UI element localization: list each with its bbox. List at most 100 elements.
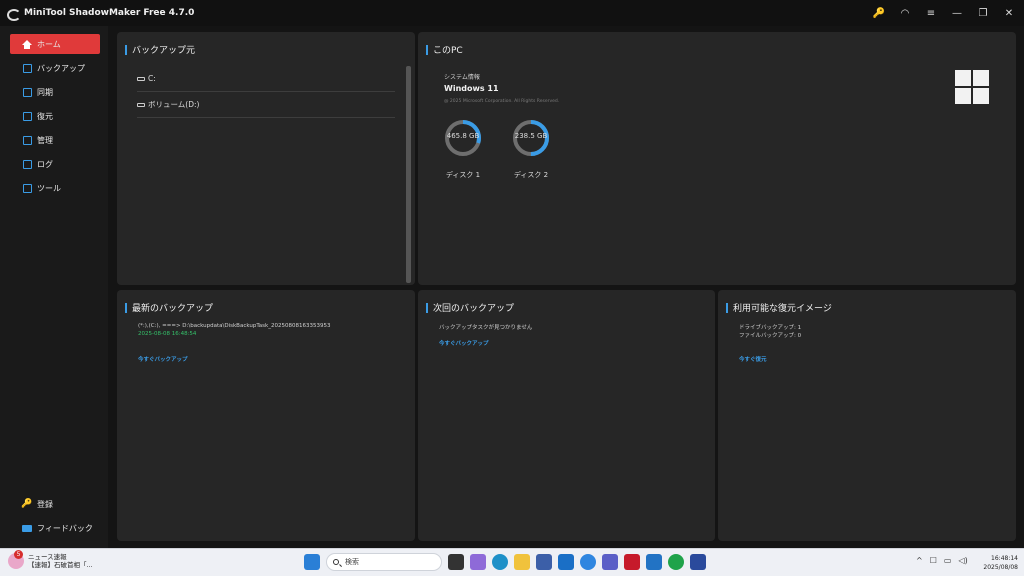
network-icon[interactable]: ▭ — [944, 556, 952, 565]
latest-backup-panel: 最新のバックアップ (*:),(C:), ===> D:\backupdata\… — [117, 290, 415, 541]
system-info-label: システム情報 — [444, 74, 480, 81]
shadowmaker-icon[interactable] — [646, 554, 662, 570]
panel-title: 利用可能な復元イメージ — [733, 304, 832, 314]
sidebar-item-backup[interactable]: バックアップ — [10, 58, 100, 78]
chevron-up-icon[interactable]: ^ — [916, 556, 923, 565]
news-subtitle: 【速報】石破首相「... — [28, 561, 93, 569]
mail-icon — [22, 523, 32, 533]
restore-now-link[interactable]: 今すぐ復元 — [739, 355, 767, 363]
sidebar-item-label: ホーム — [37, 39, 61, 49]
accent-bar — [125, 302, 127, 313]
backup-path: (*:),(C:), ===> D:\backupdata\DiskBackup… — [138, 323, 331, 329]
windows-logo-icon — [955, 70, 989, 104]
drive-icon — [137, 76, 145, 81]
sidebar-item-label: 同期 — [37, 87, 53, 97]
search-icon — [333, 559, 339, 565]
tools-icon — [22, 183, 32, 193]
app-icon[interactable] — [580, 554, 596, 570]
maximize-button[interactable]: ❐ — [976, 6, 990, 20]
backup-icon — [22, 63, 32, 73]
register-button[interactable]: 🔑 登録 — [10, 494, 100, 514]
disk-label: ディスク 2 — [513, 171, 549, 179]
headset-icon[interactable]: ◠ — [898, 6, 912, 20]
accent-bar — [426, 44, 428, 55]
sync-icon — [22, 87, 32, 97]
sidebar-item-restore[interactable]: 復元 — [10, 106, 100, 126]
sidebar-item-label: 管理 — [37, 135, 53, 145]
backup-now-link[interactable]: 今すぐバックアップ — [138, 355, 188, 363]
search-placeholder: 検索 — [345, 558, 359, 566]
volume-icon[interactable]: ◁) — [958, 556, 967, 565]
edge-icon[interactable] — [492, 554, 508, 570]
minimize-button[interactable]: — — [950, 6, 964, 20]
sidebar-item-label: ツール — [37, 183, 61, 193]
feedback-button[interactable]: フィードバック — [10, 518, 100, 538]
sidebar: ホーム バックアップ 同期 復元 管理 ログ ツール 🔑 登録 フィードバック — [0, 26, 108, 548]
log-icon — [22, 159, 32, 169]
task-view-icon[interactable] — [448, 554, 464, 570]
drive-label: C: — [148, 74, 156, 83]
file-backup-count: ファイルバックアップ: 0 — [739, 333, 802, 339]
register-label: 登録 — [37, 499, 53, 509]
yahoo-icon[interactable] — [624, 554, 640, 570]
copilot-icon[interactable] — [470, 554, 486, 570]
disk-size: 465.8 GB — [446, 132, 480, 140]
title-bar: MiniTool ShadowMaker Free 4.7.0 🔑 ◠ ≡ — … — [0, 0, 1024, 26]
close-button[interactable]: ✕ — [1002, 6, 1016, 20]
restore-icon — [22, 111, 32, 121]
store-icon[interactable] — [536, 554, 552, 570]
menu-icon[interactable]: ≡ — [924, 6, 938, 20]
drive-backup-count: ドライブバックアップ: 1 — [739, 325, 802, 331]
sidebar-item-log[interactable]: ログ — [10, 154, 100, 174]
teams-icon[interactable] — [602, 554, 618, 570]
sidebar-item-sync[interactable]: 同期 — [10, 82, 100, 102]
key-icon: 🔑 — [21, 499, 33, 509]
feedback-label: フィードバック — [37, 523, 93, 533]
sidebar-item-home[interactable]: ホーム — [10, 34, 100, 54]
disk-2-gauge[interactable]: 238.5 GB — [511, 118, 551, 158]
explorer-icon[interactable] — [514, 554, 530, 570]
app-title: MiniTool ShadowMaker Free 4.7.0 — [24, 8, 195, 18]
disk-1-gauge[interactable]: 465.8 GB — [443, 118, 483, 158]
chat-icon[interactable]: ☐ — [930, 556, 937, 565]
line-icon[interactable] — [668, 554, 684, 570]
backup-now-link[interactable]: 今すぐバックアップ — [439, 339, 489, 347]
sidebar-item-label: バックアップ — [37, 63, 85, 73]
accent-bar — [426, 302, 428, 313]
no-task-message: バックアップタスクが見つかりません — [439, 325, 533, 331]
drive-label: ボリューム(D:) — [148, 100, 200, 109]
next-backup-panel: 次回のバックアップ バックアップタスクが見つかりません 今すぐバックアップ — [418, 290, 715, 541]
disk-size: 238.5 GB — [514, 132, 548, 140]
app-icon[interactable] — [690, 554, 706, 570]
news-title: ニュース速報 — [28, 553, 67, 561]
this-pc-panel: このPC システム情報 Windows 11 @ 2025 Microsoft … — [418, 32, 1016, 285]
clock[interactable]: 16:48:14 2025/08/08 — [978, 554, 1018, 572]
sidebar-item-manage[interactable]: 管理 — [10, 130, 100, 150]
restore-images-panel: 利用可能な復元イメージ ドライブバックアップ: 1 ファイルバックアップ: 0 … — [718, 290, 1016, 541]
app-logo-icon — [6, 6, 21, 21]
clock-time: 16:48:14 — [991, 555, 1018, 562]
sidebar-item-tools[interactable]: ツール — [10, 178, 100, 198]
panel-title: 次回のバックアップ — [433, 304, 515, 314]
drive-icon — [137, 102, 145, 107]
key-icon[interactable]: 🔑 — [872, 6, 886, 20]
drive-item-c[interactable]: C: — [137, 66, 395, 92]
disk-label: ディスク 1 — [445, 171, 481, 179]
os-name: Windows 11 — [444, 84, 499, 93]
start-icon[interactable] — [304, 554, 320, 570]
copyright-text: @ 2025 Microsoft Corporation. All Rights… — [444, 99, 560, 104]
taskbar: 5 ニュース速報 【速報】石破首相「... 検索 ^ ☐ ▭ ◁) 16:48:… — [0, 548, 1024, 576]
panel-title: 最新のバックアップ — [132, 304, 214, 314]
panel-title: このPC — [433, 46, 463, 56]
accent-bar — [125, 44, 127, 55]
outlook-icon[interactable] — [558, 554, 574, 570]
manage-icon — [22, 135, 32, 145]
clock-date: 2025/08/08 — [983, 564, 1018, 571]
search-input[interactable]: 検索 — [326, 553, 442, 571]
backup-time: 2025-08-08 16:48:54 — [138, 331, 197, 337]
home-icon — [22, 39, 32, 49]
backup-source-panel: バックアップ元 C: ボリューム(D:) — [117, 32, 415, 285]
news-widget[interactable]: 5 ニュース速報 【速報】石破首相「... — [8, 550, 93, 569]
scrollbar[interactable] — [406, 66, 411, 283]
drive-item-d[interactable]: ボリューム(D:) — [137, 92, 395, 118]
